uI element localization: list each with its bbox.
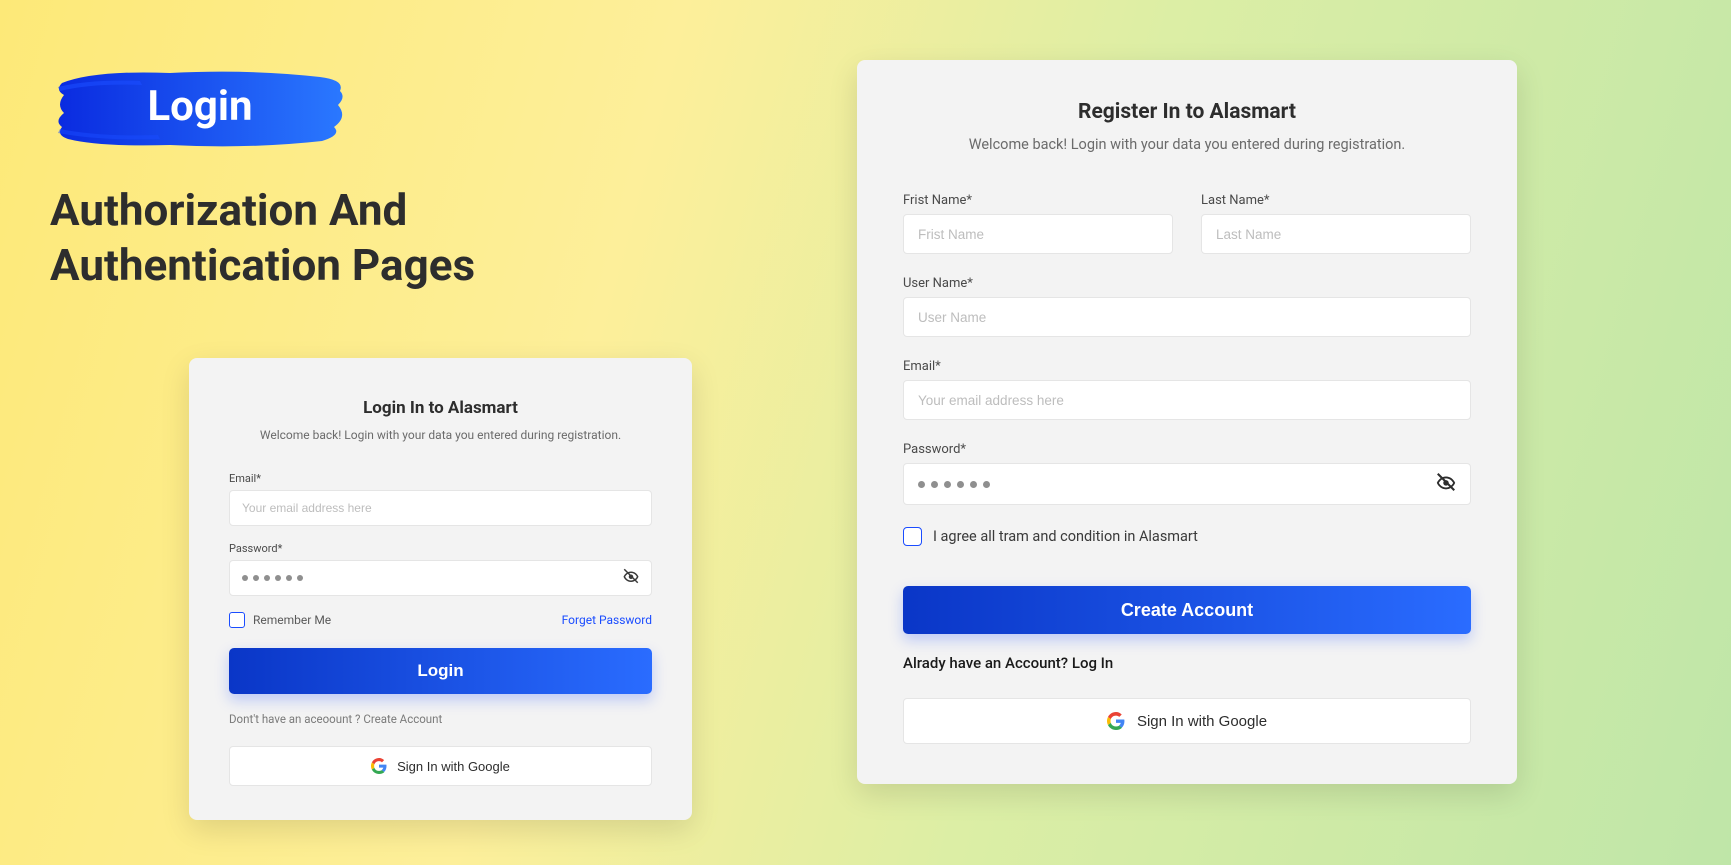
hero-section: Login Authorization And Authentication P… xyxy=(50,65,650,293)
forget-password-link[interactable]: Forget Password xyxy=(562,613,652,627)
eye-off-icon[interactable] xyxy=(622,567,640,589)
login-link[interactable]: Log In xyxy=(1072,654,1113,672)
login-no-account-text: Dont't have an aceoount ? Create Account xyxy=(229,712,652,726)
login-google-button[interactable]: Sign In with Google xyxy=(229,746,652,786)
register-title: Register In to Alasmart xyxy=(903,100,1471,124)
user-name-label: User Name* xyxy=(903,276,1471,291)
login-email-input[interactable] xyxy=(229,490,652,526)
google-icon xyxy=(371,758,387,774)
register-subtitle: Welcome back! Login with your data you e… xyxy=(903,136,1471,153)
brush-badge: Login xyxy=(50,65,350,153)
first-name-label: Frist Name* xyxy=(903,193,1173,208)
agree-label: I agree all tram and condition in Alasma… xyxy=(933,528,1198,545)
register-card: Register In to Alasmart Welcome back! Lo… xyxy=(857,60,1517,784)
last-name-input[interactable] xyxy=(1201,214,1471,254)
user-name-input[interactable] xyxy=(903,297,1471,337)
login-google-label: Sign In with Google xyxy=(397,759,510,774)
create-account-link[interactable]: Create Account xyxy=(363,712,442,726)
login-password-input[interactable] xyxy=(229,560,652,596)
register-password-label: Password* xyxy=(903,442,1471,457)
login-email-label: Email* xyxy=(229,472,652,485)
login-title: Login In to Alasmart xyxy=(229,398,652,418)
register-password-input[interactable] xyxy=(903,463,1471,505)
last-name-label: Last Name* xyxy=(1201,193,1471,208)
register-email-label: Email* xyxy=(903,359,1471,374)
register-have-account-text: Alrady have an Account? Log In xyxy=(903,654,1471,672)
login-button[interactable]: Login xyxy=(229,648,652,694)
login-card: Login In to Alasmart Welcome back! Login… xyxy=(189,358,692,820)
register-email-input[interactable] xyxy=(903,380,1471,420)
remember-checkbox[interactable] xyxy=(229,612,245,628)
hero-heading: Authorization And Authentication Pages xyxy=(50,183,650,293)
create-account-button[interactable]: Create Account xyxy=(903,586,1471,634)
google-icon xyxy=(1107,712,1125,730)
login-password-label: Password* xyxy=(229,542,652,555)
register-google-button[interactable]: Sign In with Google xyxy=(903,698,1471,744)
first-name-input[interactable] xyxy=(903,214,1173,254)
register-google-label: Sign In with Google xyxy=(1137,713,1267,730)
remember-label: Remember Me xyxy=(253,613,331,627)
agree-checkbox[interactable] xyxy=(903,527,922,546)
eye-off-icon[interactable] xyxy=(1435,471,1457,497)
login-subtitle: Welcome back! Login with your data you e… xyxy=(229,428,652,442)
brush-label: Login xyxy=(147,82,252,131)
